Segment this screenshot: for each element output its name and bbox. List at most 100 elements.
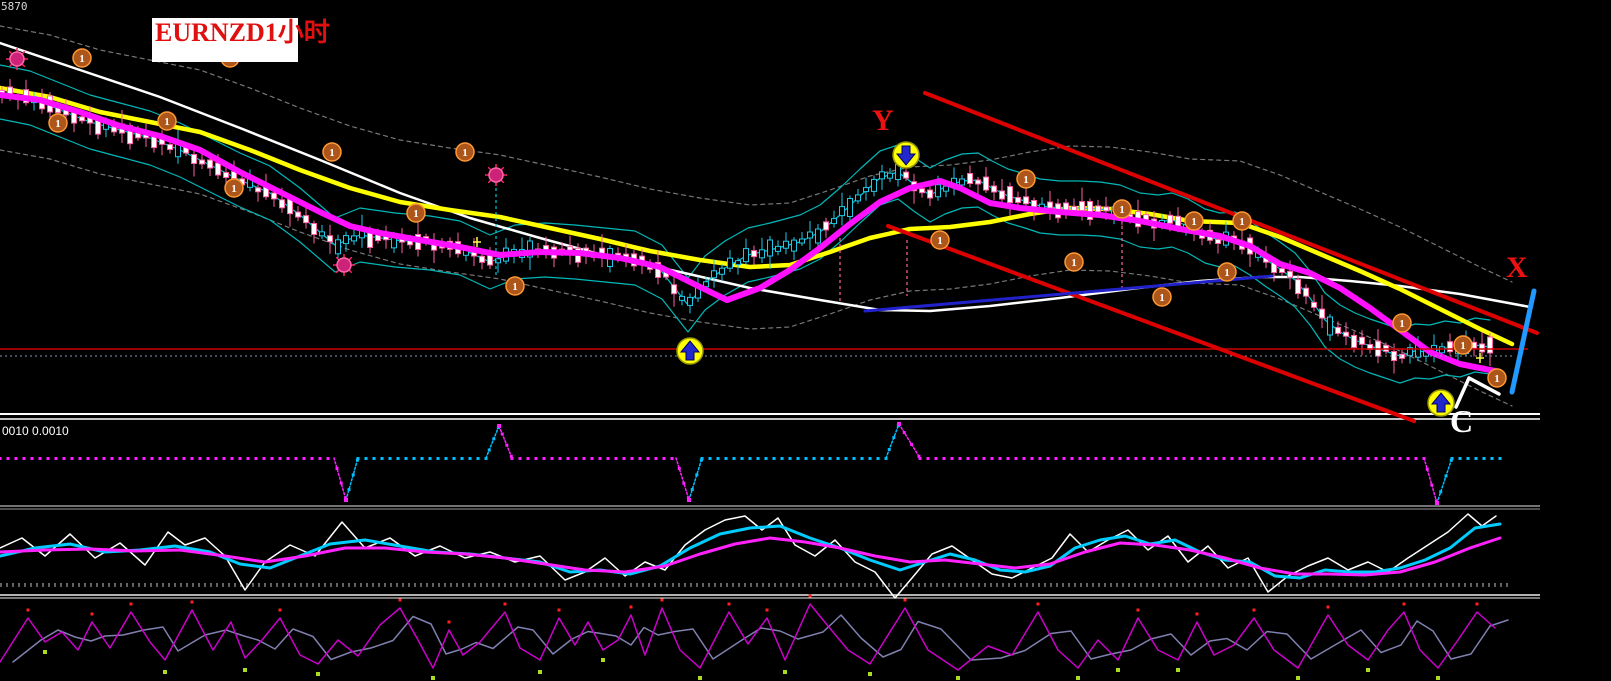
panel1-dot: [428, 457, 432, 460]
panel1-dot: [0, 457, 2, 460]
panel1-dot: [1070, 457, 1074, 460]
candle-body: [295, 211, 301, 218]
info-marker-icon[interactable]: 1: [72, 48, 92, 68]
panel1-dot: [286, 457, 290, 460]
buy-signal-icon[interactable]: [676, 337, 704, 365]
info-marker-icon[interactable]: 1: [1152, 287, 1172, 307]
candle-body: [887, 172, 893, 179]
info-marker-icon[interactable]: 1: [505, 276, 525, 296]
info-marker-icon[interactable]: 1: [1217, 262, 1237, 282]
panel1-dot: [420, 457, 424, 460]
panel1-dot: [756, 457, 760, 460]
panel1-spike: [898, 423, 921, 459]
candle-body: [335, 239, 341, 255]
panel1-dot: [372, 457, 376, 460]
cyan-upper-envelope: [0, 64, 1491, 330]
panel1-dot: [796, 457, 800, 460]
panel3-trough-dot: [698, 676, 702, 680]
candle-body: [751, 250, 757, 258]
panel1-dot: [828, 457, 832, 460]
panel1-dot: [70, 457, 74, 460]
panel1-dot: [1086, 457, 1090, 460]
candle-body: [855, 194, 861, 202]
panel1-spike: [333, 457, 347, 501]
blue-support-line[interactable]: [863, 274, 1274, 313]
yellow-ma-line: [0, 85, 1515, 347]
candle-body: [1079, 201, 1085, 212]
panel1-spike-dot: [505, 443, 509, 447]
panel1-dot: [78, 457, 82, 460]
info-marker-icon[interactable]: 1: [48, 113, 68, 133]
info-marker-icon[interactable]: 1: [1487, 368, 1507, 388]
panel1-dot: [1006, 457, 1010, 460]
panel1-spike-dot: [1449, 458, 1453, 462]
panel1-dot: [396, 457, 400, 460]
info-marker-icon[interactable]: 1: [157, 111, 177, 131]
panel3-peak-dot: [1136, 608, 1140, 612]
info-marker-icon[interactable]: 1: [1392, 313, 1412, 333]
panel1-dot: [1326, 457, 1330, 460]
info-marker-icon[interactable]: 1: [455, 142, 475, 162]
panel1-dot: [254, 457, 258, 460]
panel1-dot: [740, 457, 744, 460]
panel1-spike-dot: [1444, 474, 1448, 478]
panel1-dot: [150, 457, 154, 460]
candle-body: [935, 184, 941, 198]
panel1-dot: [158, 457, 162, 460]
candle-body: [191, 154, 197, 164]
panel3-trough-dot: [316, 672, 320, 676]
chart-canvas[interactable]: 11111111111111111111YXC: [0, 0, 1611, 681]
panel1-dot: [1270, 457, 1274, 460]
panel1-dot: [1318, 457, 1322, 460]
panel1-dot: [526, 457, 530, 460]
panel3-trough-dot: [1436, 676, 1440, 680]
panel1-dot: [732, 457, 736, 460]
panel1-dot: [622, 457, 626, 460]
info-marker-icon[interactable]: 1: [1184, 211, 1204, 231]
candle-body: [871, 178, 877, 192]
info-marker-icon[interactable]: 1: [1112, 199, 1132, 219]
panel1-dot: [364, 457, 368, 460]
panel3-peak-dot: [727, 602, 731, 606]
info-marker-icon[interactable]: 1: [322, 142, 342, 162]
panel1-dot: [270, 457, 274, 460]
panel1-dot: [118, 457, 122, 460]
flower-marker-icon[interactable]: [333, 254, 355, 276]
panel1-dot: [654, 457, 658, 460]
info-marker-icon[interactable]: 1: [224, 178, 244, 198]
panel1-spike-dot: [892, 436, 896, 440]
candle-body: [1311, 301, 1317, 308]
candle-body: [927, 189, 933, 199]
panel1-dot: [966, 457, 970, 460]
candle-body: [479, 255, 485, 263]
info-marker-icon[interactable]: 1: [1064, 252, 1084, 272]
panel1-spike-dot: [351, 473, 355, 477]
panel1-spike-dot: [492, 437, 496, 441]
panel1-spike-dot: [887, 448, 891, 451]
candle-body: [879, 171, 885, 180]
candle-body: [1295, 279, 1301, 295]
info-marker-icon[interactable]: 1: [930, 230, 950, 250]
panel1-dot: [942, 457, 946, 460]
info-marker-icon[interactable]: 1: [1016, 169, 1036, 189]
info-marker-icon[interactable]: 1: [1232, 211, 1252, 231]
panel1-dot: [1238, 457, 1242, 460]
sell-signal-icon[interactable]: [892, 141, 920, 169]
panel1-apex-dot: [497, 424, 501, 428]
panel1-dot: [788, 457, 792, 460]
panel1-dot: [294, 457, 298, 460]
chart-letter-label[interactable]: C: [1450, 403, 1473, 439]
panel1-dot: [38, 457, 42, 460]
flower-marker-icon[interactable]: [6, 48, 28, 70]
panel1-dot: [14, 457, 18, 460]
panel1-dot: [206, 457, 210, 460]
candle-body: [1327, 316, 1333, 336]
panel1-dot: [62, 457, 66, 460]
info-marker-icon[interactable]: 1: [406, 203, 426, 223]
chart-letter-label[interactable]: X: [1506, 251, 1528, 284]
candle-body: [967, 173, 973, 184]
symbol-label-box[interactable]: EURNZD1小时: [152, 18, 330, 62]
chart-letter-label[interactable]: Y: [872, 104, 894, 137]
flower-marker-icon[interactable]: [485, 164, 507, 186]
info-marker-icon[interactable]: 1: [1453, 335, 1473, 355]
